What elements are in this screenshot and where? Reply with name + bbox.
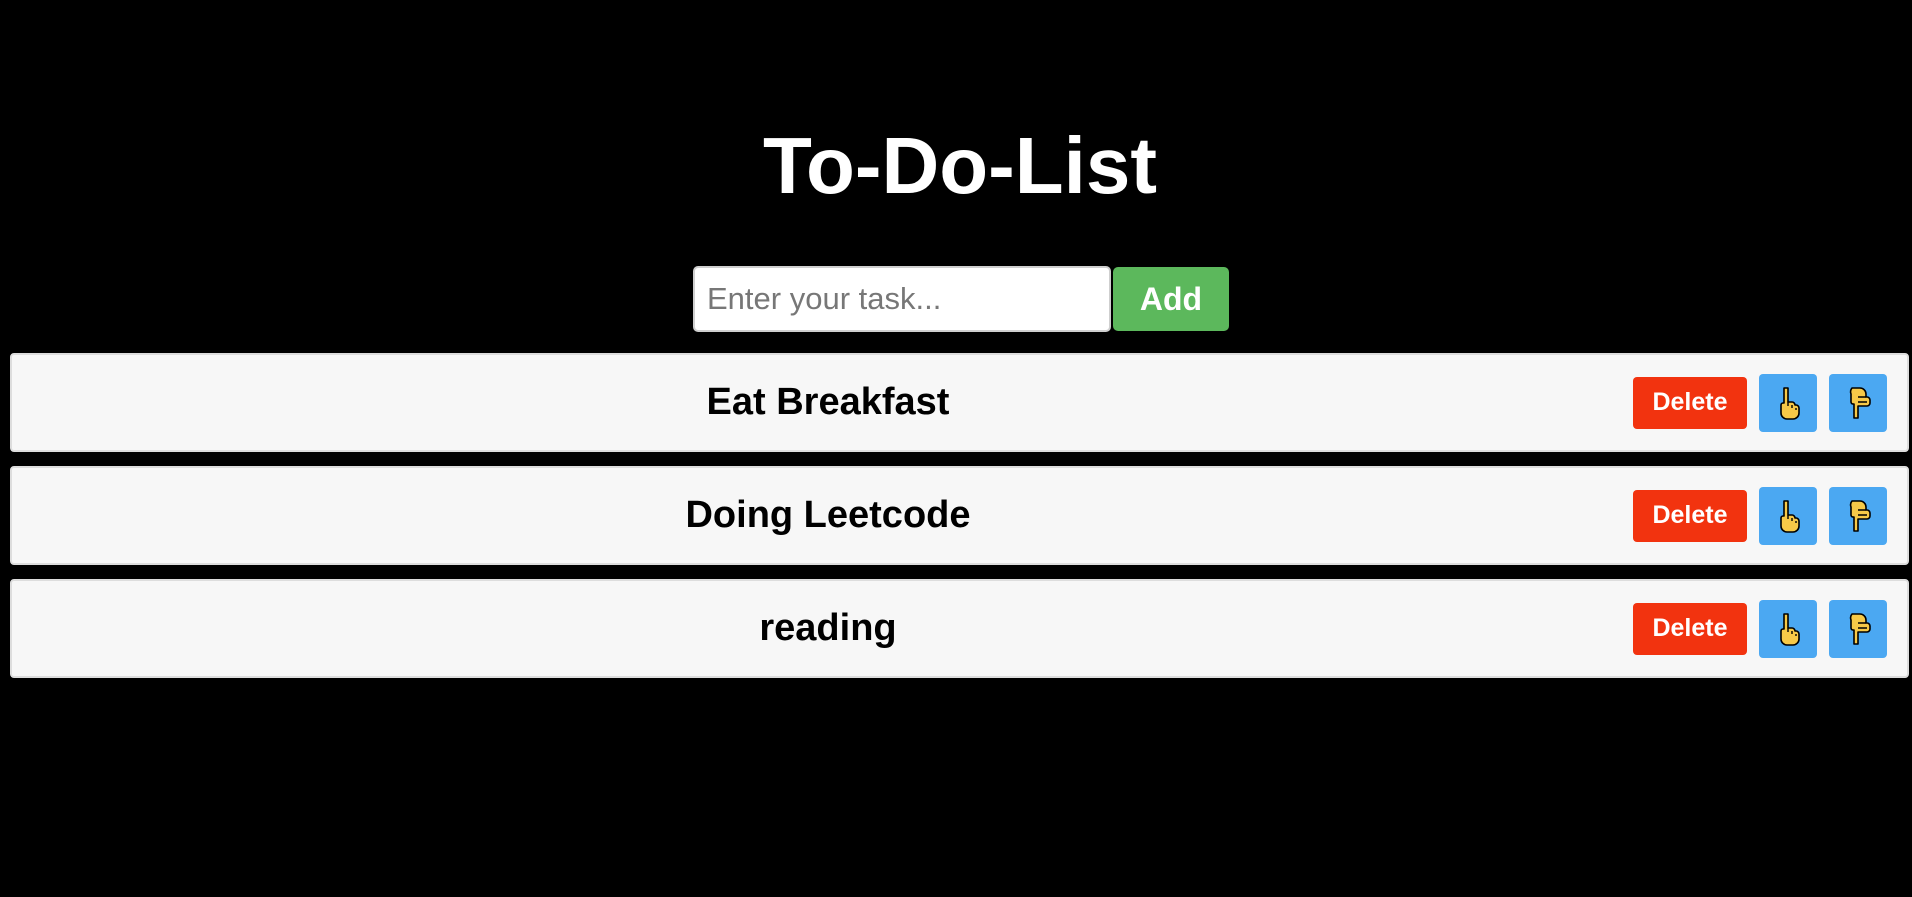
pointing-down-hand-icon: [1849, 386, 1871, 419]
move-down-button[interactable]: [1829, 599, 1887, 658]
move-up-button[interactable]: [1759, 599, 1817, 658]
move-down-button[interactable]: [1829, 486, 1887, 545]
move-up-button[interactable]: [1759, 486, 1817, 545]
task-actions: Delete: [1633, 581, 1887, 676]
pointing-up-hand-icon: [1780, 612, 1800, 646]
add-button[interactable]: Add: [1113, 267, 1229, 331]
pointing-down-hand-icon: [1849, 612, 1871, 645]
move-up-button[interactable]: [1759, 373, 1817, 432]
task-item: Doing Leetcode Delete: [10, 466, 1909, 565]
task-input-row: Add: [693, 266, 1229, 332]
pointing-up-hand-icon: [1780, 386, 1800, 420]
task-actions: Delete: [1633, 468, 1887, 563]
task-text: reading: [759, 607, 897, 649]
pointing-down-hand-icon: [1849, 499, 1871, 532]
todo-app: To-Do-List Add Eat Breakfast Delete: [0, 0, 1912, 897]
move-down-button[interactable]: [1829, 373, 1887, 432]
task-item: Eat Breakfast Delete: [10, 353, 1909, 452]
task-text: Eat Breakfast: [706, 381, 950, 423]
task-list: Eat Breakfast Delete Doing Leetcode Dele…: [10, 353, 1909, 692]
pointing-up-hand-icon: [1780, 499, 1800, 533]
task-actions: Delete: [1633, 355, 1887, 450]
task-input[interactable]: [693, 266, 1111, 332]
task-text: Doing Leetcode: [685, 494, 971, 536]
delete-button[interactable]: Delete: [1633, 489, 1747, 542]
delete-button[interactable]: Delete: [1633, 376, 1747, 429]
delete-button[interactable]: Delete: [1633, 602, 1747, 655]
page-title: To-Do-List: [763, 121, 1157, 210]
task-item: reading Delete: [10, 579, 1909, 678]
